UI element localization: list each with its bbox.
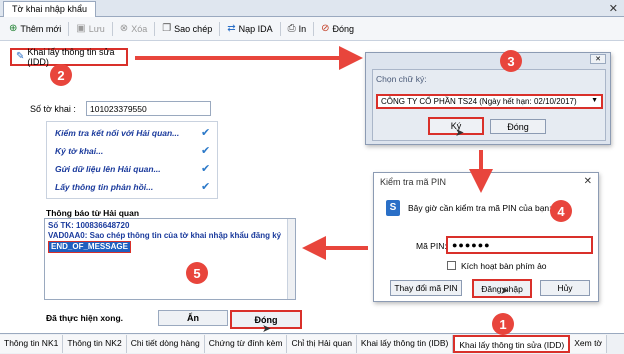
step-badge: 4 xyxy=(550,200,572,222)
step-badge: 2 xyxy=(50,64,72,86)
step-badge: 5 xyxy=(186,262,208,284)
step-badge: 3 xyxy=(500,50,522,72)
step-badge: 1 xyxy=(492,313,514,335)
tutorial-arrows xyxy=(135,46,493,260)
